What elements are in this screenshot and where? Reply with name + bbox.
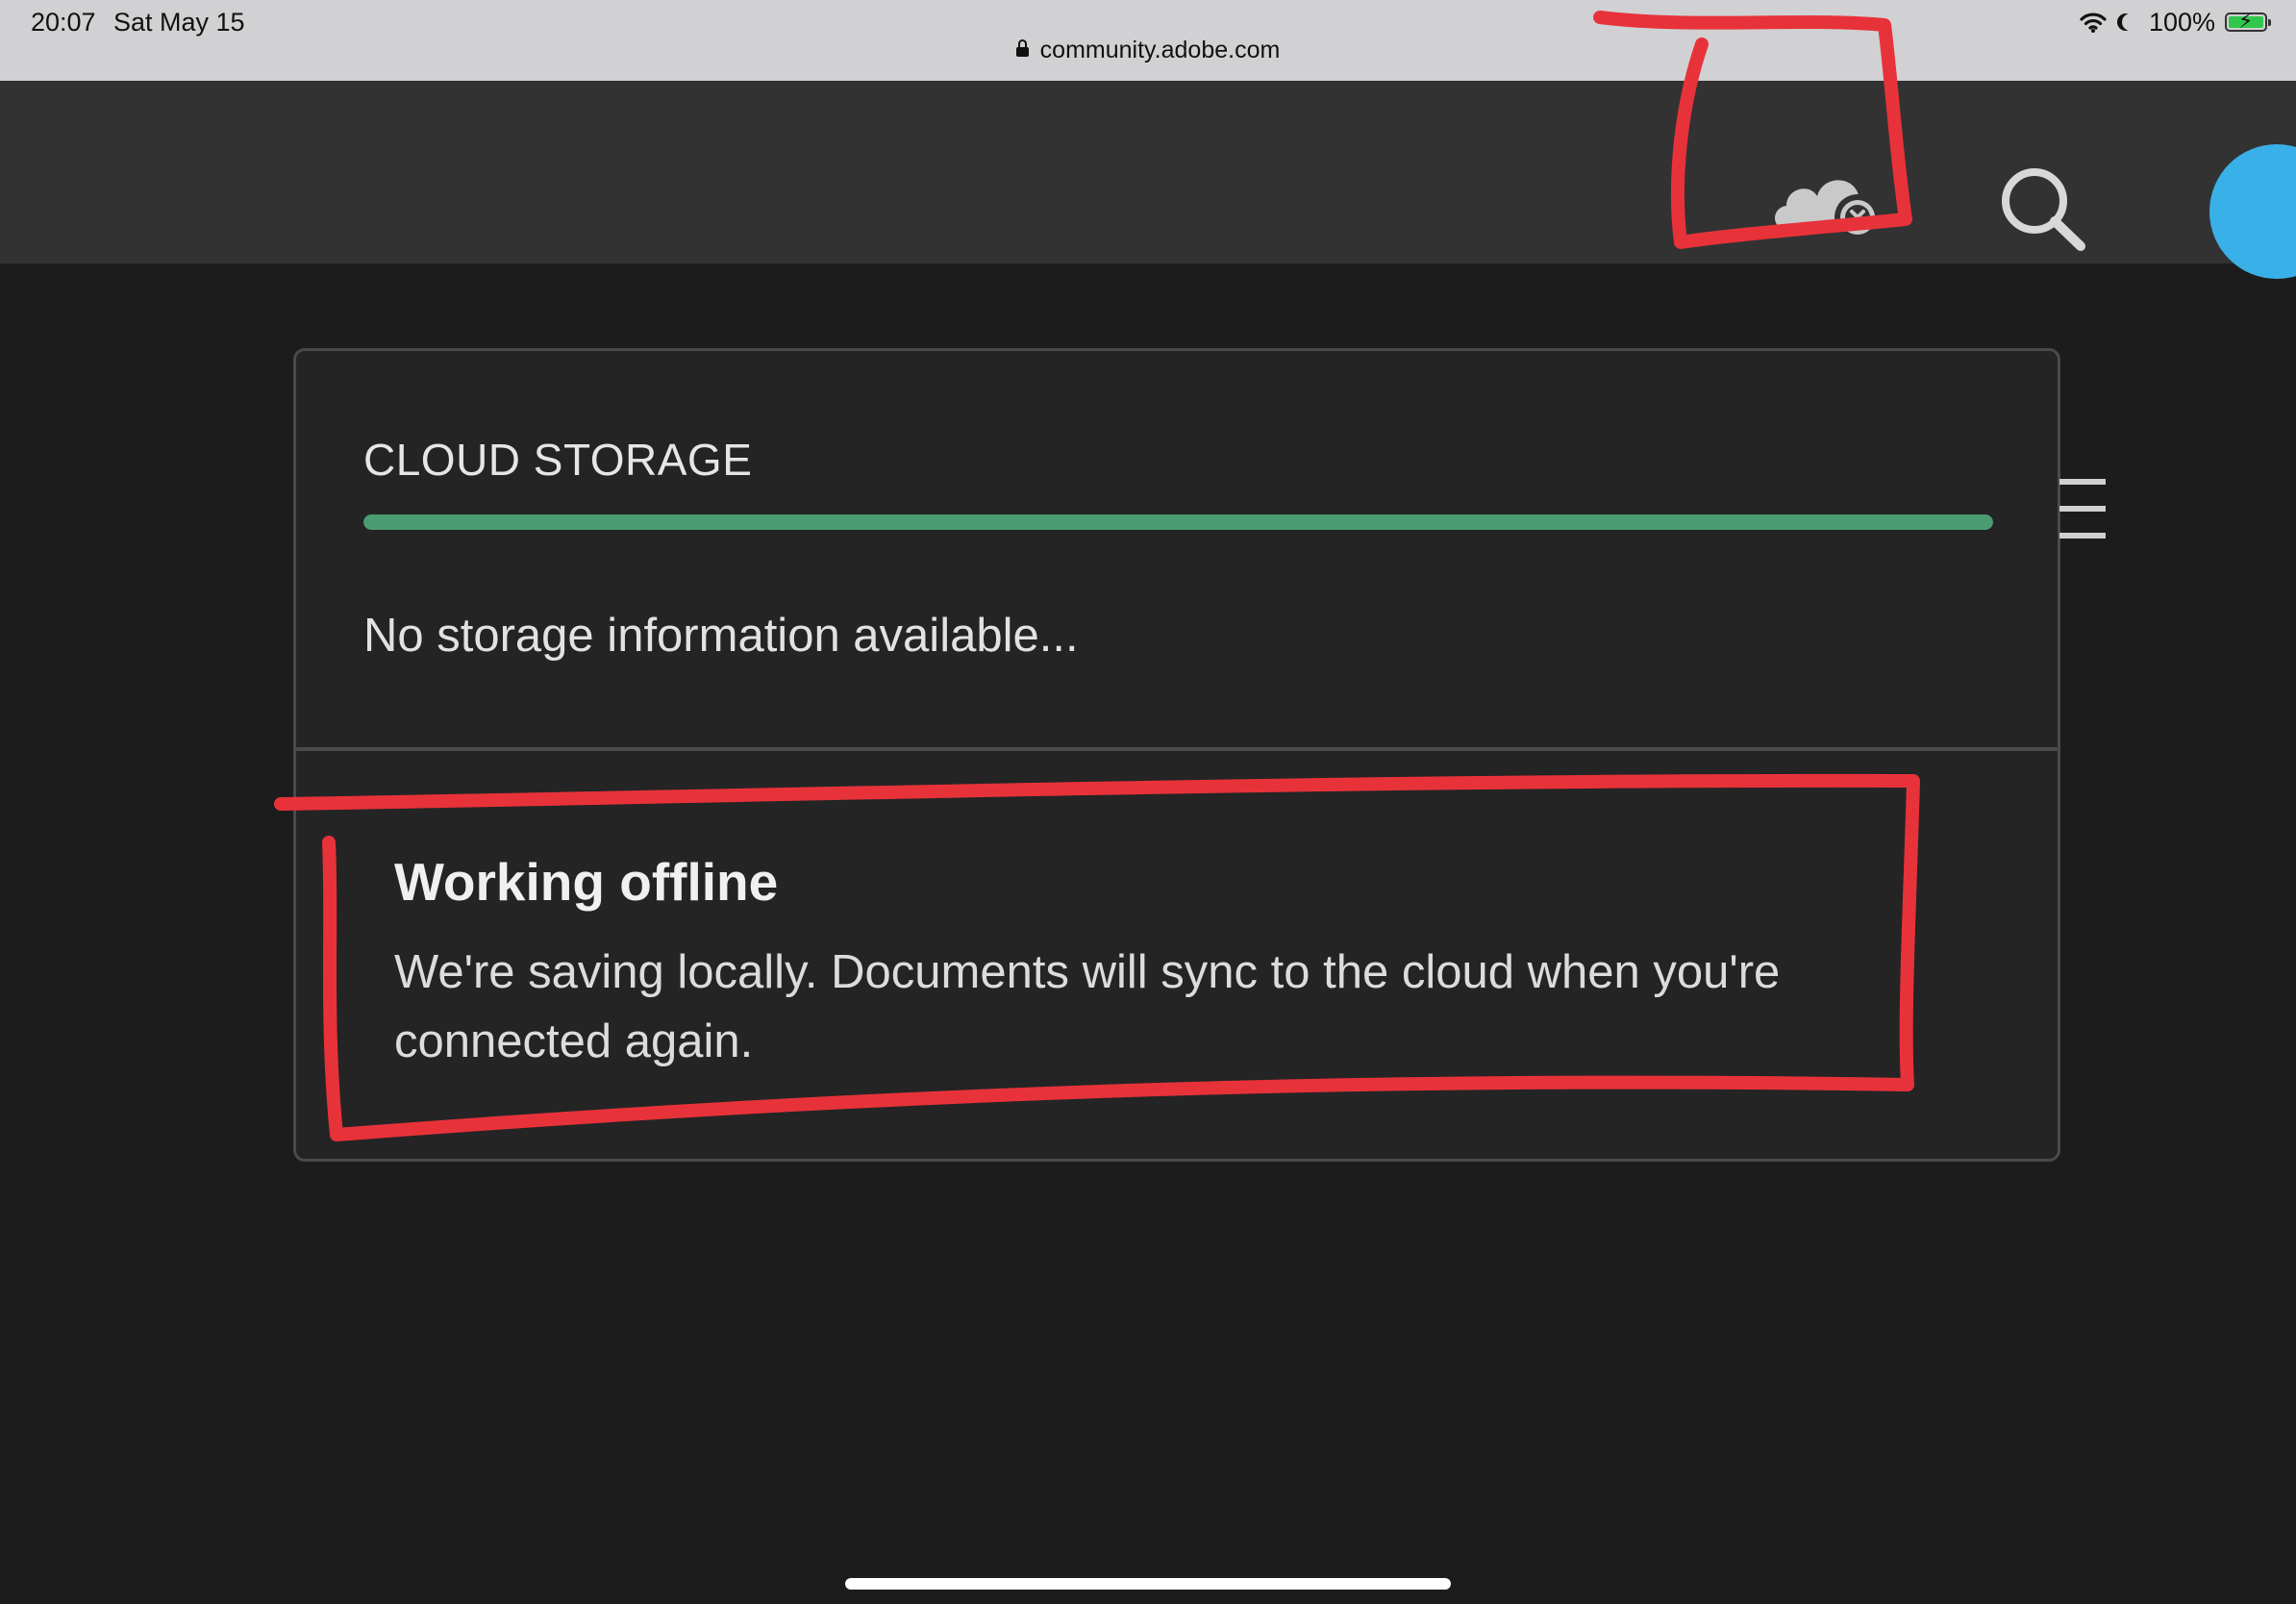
battery-percent: 100% bbox=[2148, 7, 2215, 37]
cloud-storage-panel: CLOUD STORAGE No storage information ava… bbox=[293, 348, 2060, 1162]
charging-bolt-icon: ⚡ bbox=[2238, 9, 2254, 33]
status-bar: 20:07 Sat May 15 community.adobe.com 100… bbox=[0, 0, 2296, 81]
lock-icon bbox=[1015, 39, 1029, 57]
status-time: 20:07 bbox=[31, 8, 96, 37]
offline-message: We're saving locally. Documents will syn… bbox=[394, 946, 1781, 1067]
status-date: Sat May 15 bbox=[113, 8, 245, 37]
panel-title: CLOUD STORAGE bbox=[363, 435, 753, 485]
avatar[interactable] bbox=[2209, 144, 2296, 279]
home-indicator[interactable] bbox=[845, 1578, 1451, 1590]
status-indicators: 100% ⚡ bbox=[2080, 7, 2271, 37]
address-bar[interactable]: community.adobe.com bbox=[0, 37, 2296, 64]
cloud-offline-icon[interactable] bbox=[1767, 160, 1892, 256]
divider bbox=[296, 747, 2058, 751]
storage-progress-fill bbox=[363, 514, 1993, 530]
menu-icon[interactable] bbox=[2059, 479, 2106, 540]
battery-icon: ⚡ bbox=[2225, 9, 2271, 33]
wifi-icon bbox=[2080, 13, 2107, 33]
offline-title: Working offline bbox=[394, 852, 779, 912]
moon-icon bbox=[2122, 13, 2139, 31]
search-icon[interactable] bbox=[1996, 165, 2092, 252]
url-text: community.adobe.com bbox=[1039, 37, 1281, 63]
screen: 20:07 Sat May 15 community.adobe.com 100… bbox=[0, 0, 2296, 1604]
storage-progress-bar bbox=[363, 514, 1993, 530]
storage-info-text: No storage information available... bbox=[363, 610, 1079, 662]
app-header bbox=[0, 81, 2296, 279]
